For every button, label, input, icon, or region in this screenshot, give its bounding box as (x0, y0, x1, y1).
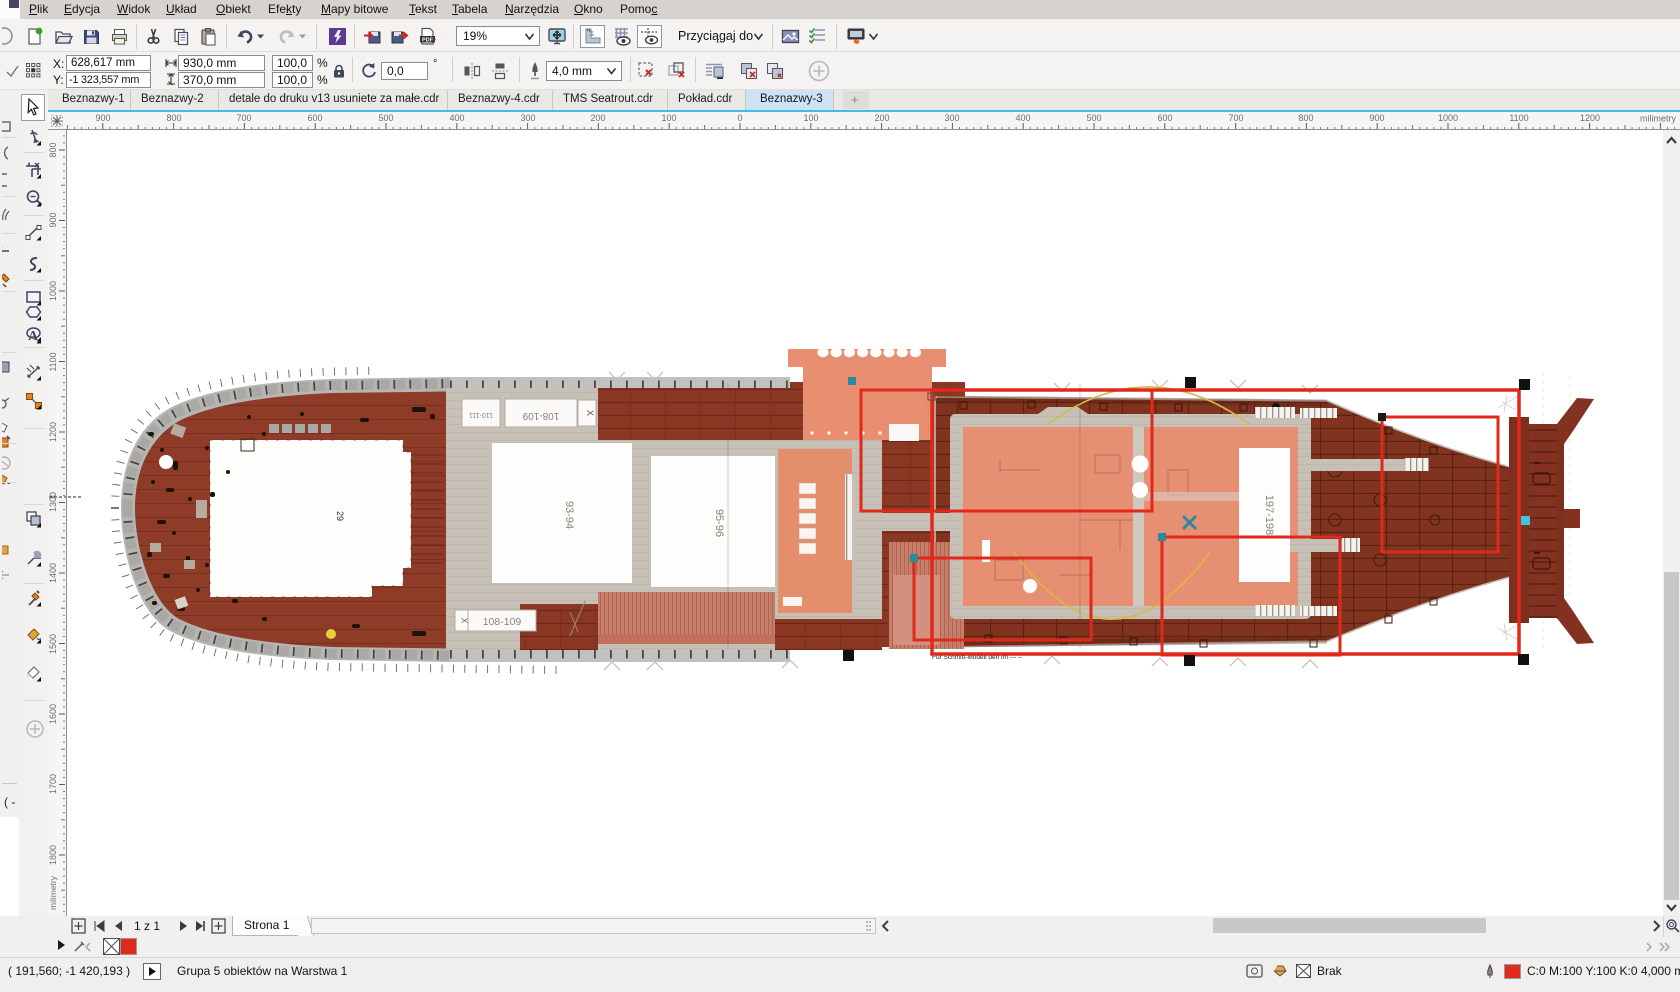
svg-text:900: 900 (48, 212, 58, 227)
svg-text:93-94: 93-94 (563, 501, 575, 529)
svg-text:95-96: 95-96 (713, 509, 725, 537)
svg-text:500: 500 (378, 113, 393, 123)
svg-text:110-111: 110-111 (469, 411, 493, 418)
svg-text:800: 800 (48, 142, 58, 157)
svg-text:108-109: 108-109 (522, 410, 559, 421)
svg-text:X: X (460, 618, 469, 624)
svg-text:1200: 1200 (1580, 113, 1600, 123)
svg-text:1100: 1100 (48, 352, 58, 371)
svg-text:700: 700 (1228, 113, 1243, 123)
svg-text:300: 300 (520, 113, 535, 123)
svg-text:500: 500 (1086, 113, 1101, 123)
svg-text:800: 800 (166, 113, 181, 123)
svg-text:0: 0 (737, 113, 742, 123)
svg-text:1400: 1400 (48, 563, 58, 583)
svg-text:1000: 1000 (1438, 113, 1458, 123)
svg-text:400: 400 (1015, 113, 1030, 123)
svg-text:200: 200 (874, 113, 889, 123)
svg-text:300: 300 (944, 113, 959, 123)
svg-text:1700: 1700 (48, 774, 58, 794)
svg-text:1300: 1300 (48, 492, 58, 512)
svg-text:1000: 1000 (48, 281, 58, 301)
svg-text:1200: 1200 (48, 422, 58, 442)
svg-text:600: 600 (1157, 113, 1172, 123)
svg-text:1600: 1600 (48, 704, 58, 724)
svg-text:108-109: 108-109 (483, 616, 522, 628)
svg-text:milimetry: milimetry (48, 875, 58, 910)
svg-text:29: 29 (335, 511, 345, 521)
svg-text:700: 700 (236, 113, 251, 123)
svg-text:1100: 1100 (1509, 113, 1528, 123)
svg-text:1800: 1800 (48, 845, 58, 865)
svg-text:A: A (28, 329, 39, 344)
svg-text:1500: 1500 (48, 634, 58, 654)
svg-text:100: 100 (803, 113, 818, 123)
svg-text:PDF: PDF (422, 37, 434, 43)
svg-text:900: 900 (1369, 113, 1384, 123)
svg-text:600: 600 (307, 113, 322, 123)
svg-text:800: 800 (1298, 113, 1313, 123)
svg-text:197-198: 197-198 (1263, 495, 1275, 535)
svg-text:400: 400 (449, 113, 464, 123)
svg-text:200: 200 (590, 113, 605, 123)
svg-text:100: 100 (661, 113, 676, 123)
svg-text:X: X (585, 410, 595, 416)
svg-text:900: 900 (95, 113, 110, 123)
svg-text:milimetry: milimetry (1640, 114, 1676, 124)
